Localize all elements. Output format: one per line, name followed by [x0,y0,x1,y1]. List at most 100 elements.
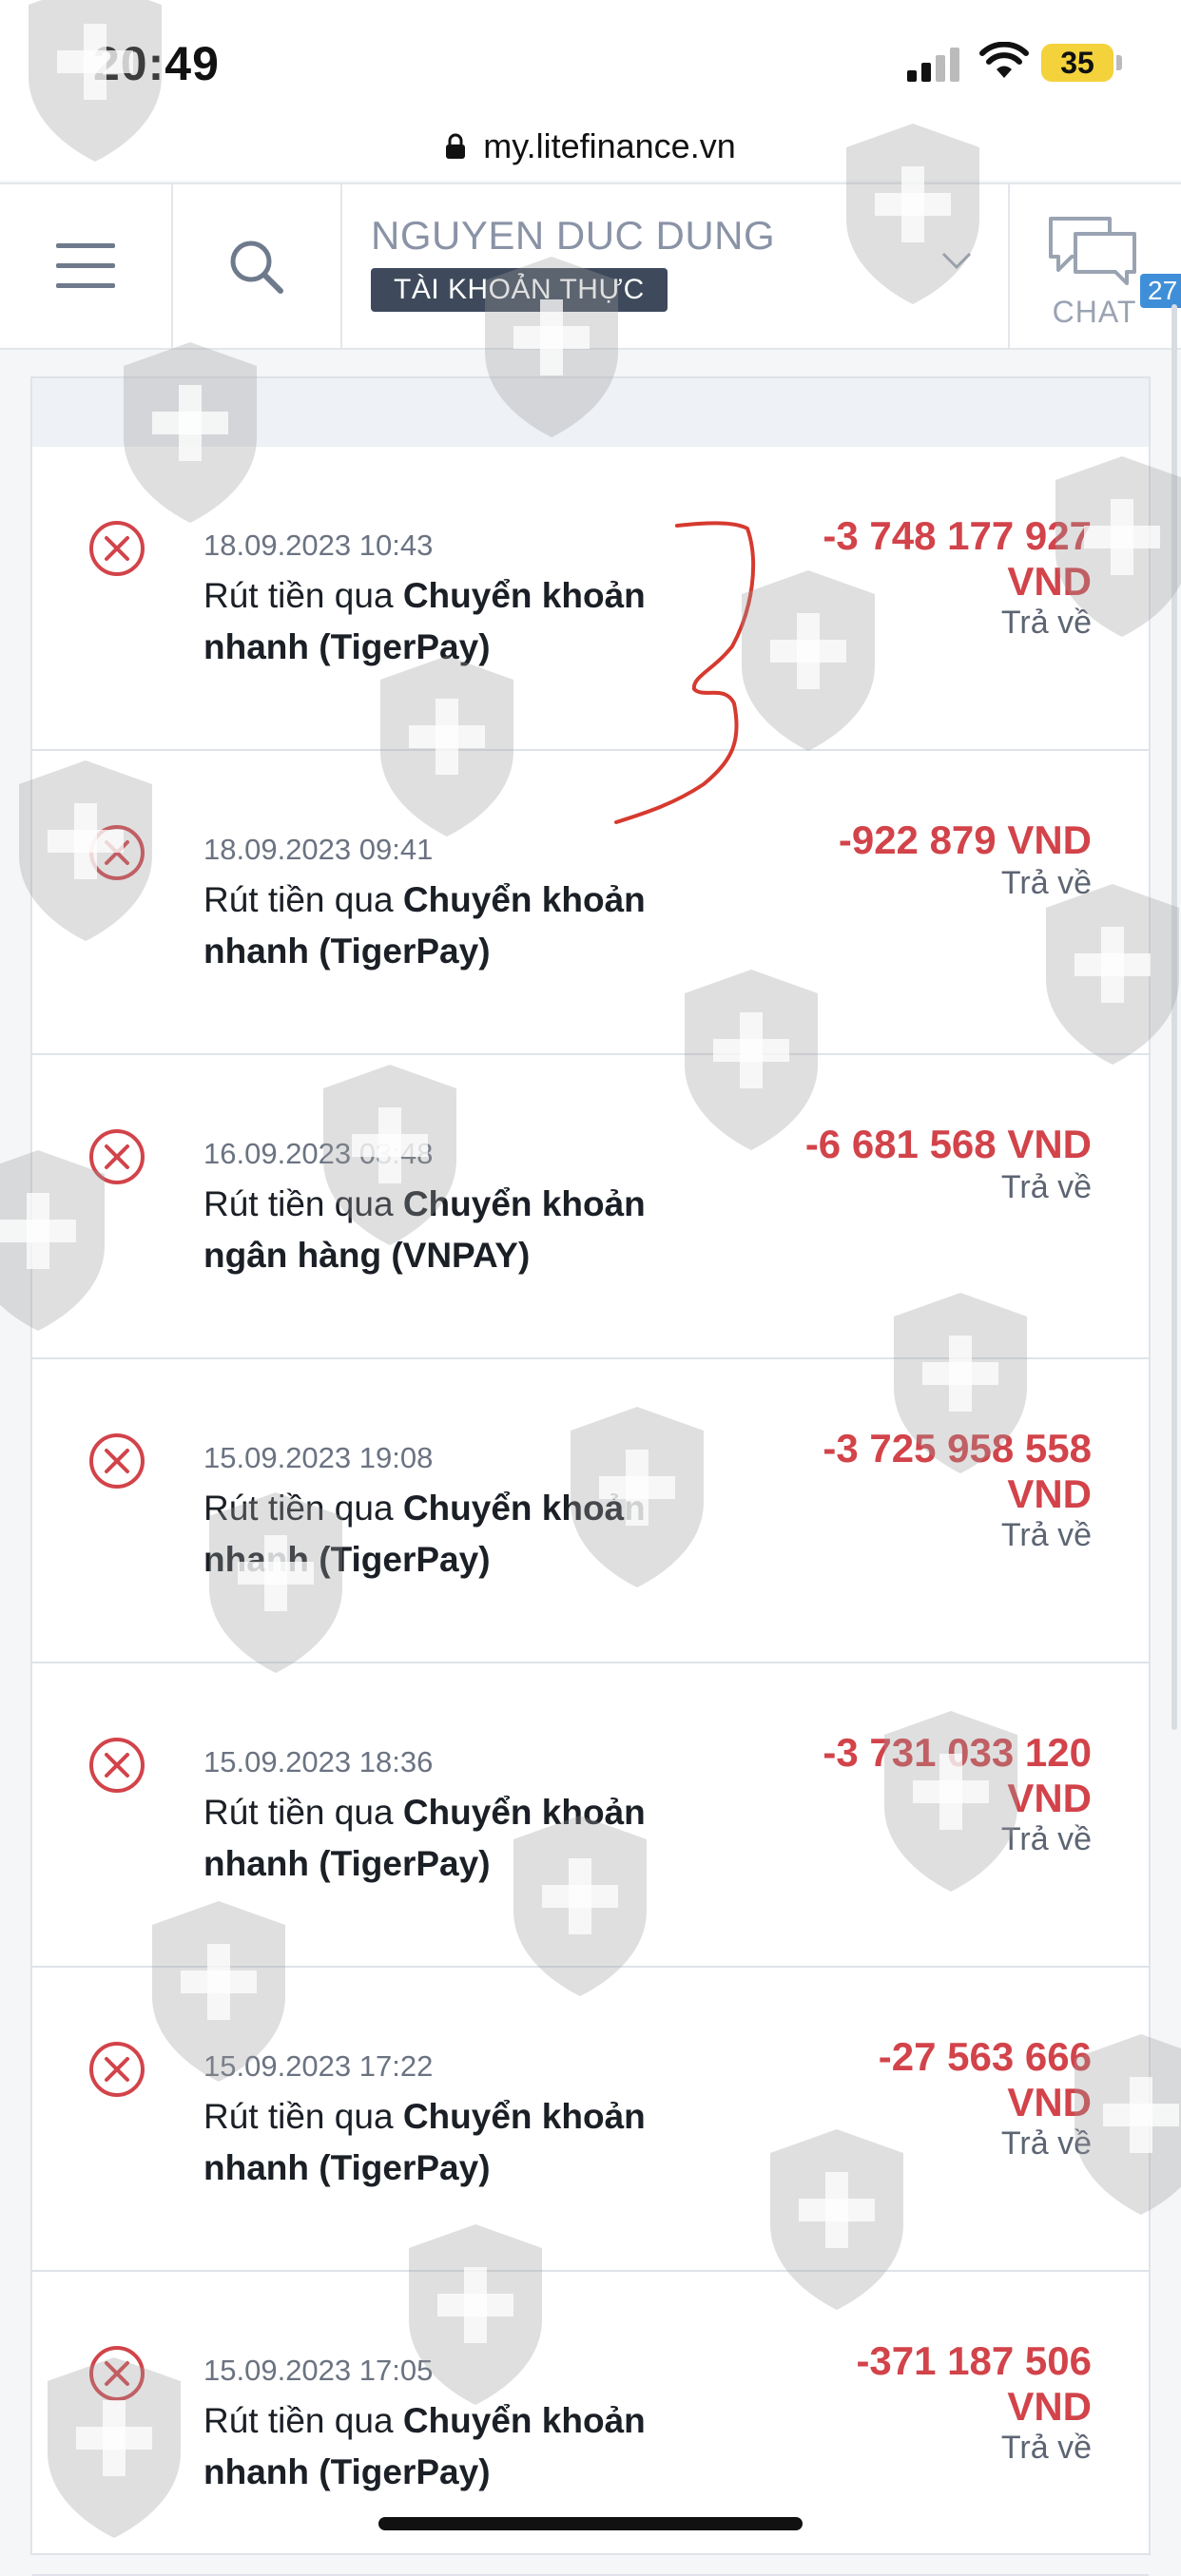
battery-tip [1116,55,1122,70]
description-method: Chuyển khoản [402,576,646,615]
chat-count-badge: 27 [1140,273,1181,308]
description-prefix: Rút tiền qua [203,2097,403,2136]
description-prefix: Rút tiền qua [203,576,403,615]
description-method: Chuyển khoản [402,880,646,919]
cancelled-x-icon [89,825,145,880]
amount-line-1: -3 725 958 558 [823,1426,1092,1471]
cancelled-x-icon [89,2346,145,2401]
description-prefix: Rút tiền qua [203,1489,403,1528]
cancelled-x-icon [89,1433,145,1489]
transaction-date: 15.09.2023 17:05 [203,2354,434,2387]
description-method: Chuyển khoản [402,1793,646,1832]
description-method: Chuyển khoản [402,1184,646,1223]
transaction-amount: -3 748 177 927 VND [730,513,1092,605]
panel-header-strip [32,378,1149,447]
description-provider: nhanh (TigerPay) [203,1844,491,1883]
transaction-amount: -371 187 506 VND [730,2338,1092,2430]
transaction-description: Rút tiền qua Chuyển khoản nhanh (TigerPay… [203,2395,698,2498]
cancelled-x-icon [89,521,145,576]
app-header: NGUYEN DUC DUNG TÀI KHOẢN THỰC 27 CHAT [0,183,1181,350]
transaction-row[interactable]: 16.09.2023 03:48 Rút tiền qua Chuyển khoả… [32,1055,1149,1359]
description-prefix: Rút tiền qua [203,880,403,919]
transaction-description: Rút tiền qua Chuyển khoản ngân hàng (VNPA… [203,1179,698,1281]
transaction-amount: -922 879 VND [730,817,1092,863]
transaction-status: Trả về [1000,1169,1092,1205]
amount-line-1: -3 731 033 120 [823,1730,1092,1775]
amount-line-1: -27 563 666 [878,2034,1092,2079]
transaction-date: 18.09.2023 10:43 [203,529,434,562]
cellular-signal-icon [907,48,959,82]
cancelled-x-icon [89,1129,145,1184]
transaction-status: Trả về [1000,2125,1092,2162]
transaction-row[interactable]: 18.09.2023 09:41 Rút tiền qua Chuyển khoả… [32,751,1149,1055]
description-prefix: Rút tiền qua [203,2401,403,2440]
transaction-amount: -6 681 568 VND [730,1122,1092,1167]
menu-button[interactable] [0,184,173,348]
chat-icon-wrap: 27 [1047,213,1181,308]
transaction-row[interactable]: 15.09.2023 17:05 Rút tiền qua Chuyển khoả… [32,2272,1149,2576]
transaction-date: 18.09.2023 09:41 [203,833,434,866]
account-selector[interactable]: NGUYEN DUC DUNG TÀI KHOẢN THỰC [340,184,1010,348]
transaction-description: Rút tiền qua Chuyển khoản nhanh (TigerPay… [203,1787,698,1890]
transaction-description: Rút tiền qua Chuyển khoản nhanh (TigerPay… [203,2091,698,2194]
transaction-status: Trả về [1000,1517,1092,1553]
transaction-description: Rút tiền qua Chuyển khoản nhanh (TigerPay… [203,1483,698,1586]
description-prefix: Rút tiền qua [203,1184,403,1223]
wifi-icon [979,42,1029,78]
amount-line-1: -371 187 506 [856,2338,1092,2383]
transaction-row[interactable]: 15.09.2023 19:08 Rút tiền qua Chuyển khoả… [32,1359,1149,1663]
chat-button[interactable]: 27 CHAT [1008,184,1181,348]
description-method: Chuyển khoản [402,2097,646,2136]
lock-icon [446,133,466,159]
description-provider: nhanh (TigerPay) [203,1540,491,1579]
hamburger-menu-icon [56,243,115,288]
description-provider: nhanh (TigerPay) [203,2148,491,2187]
chat-label: CHAT [1052,294,1137,329]
status-time: 20:49 [93,37,220,90]
transaction-date: 15.09.2023 18:36 [203,1745,434,1778]
transaction-amount: -3 731 033 120 VND [730,1730,1092,1821]
amount-line-2: VND [1007,1776,1092,1820]
transaction-amount: -27 563 666 VND [730,2034,1092,2125]
transaction-date: 15.09.2023 17:22 [203,2049,434,2083]
description-provider: nhanh (TigerPay) [203,627,491,666]
description-prefix: Rút tiền qua [203,1793,403,1832]
url-text: my.litefinance.vn [483,126,736,165]
account-type-badge: TÀI KHOẢN THỰC [371,268,668,312]
home-indicator [378,2517,803,2530]
transaction-row[interactable]: 18.09.2023 10:43 Rút tiền qua Chuyển khoả… [32,447,1149,751]
transaction-status: Trả về [1000,1821,1092,1857]
battery-indicator: 35 [1041,44,1113,82]
transaction-amount: -3 725 958 558 VND [730,1426,1092,1517]
transaction-status: Trả về [1000,865,1092,901]
transaction-date: 15.09.2023 19:08 [203,1441,434,1474]
amount-line-1: -6 681 568 VND [804,1122,1092,1166]
transaction-row[interactable]: 15.09.2023 18:36 Rút tiền qua Chuyển khoả… [32,1663,1149,1968]
chevron-down-icon [941,252,972,270]
cancelled-x-icon [89,2042,145,2097]
amount-line-2: VND [1007,2384,1092,2429]
amount-line-1: -3 748 177 927 [823,513,1092,558]
transaction-status: Trả về [1000,605,1092,641]
search-icon [230,240,283,294]
description-provider: ngân hàng (VNPAY) [203,1236,531,1275]
transaction-description: Rút tiền qua Chuyển khoản nhanh (TigerPay… [203,875,698,977]
amount-line-2: VND [1007,1471,1092,1516]
search-button[interactable] [171,184,342,348]
account-name: NGUYEN DUC DUNG [371,213,776,258]
scrollbar[interactable] [1171,304,1177,1730]
transactions-panel: 18.09.2023 10:43 Rút tiền qua Chuyển khoả… [30,376,1151,2576]
url-bar[interactable]: my.litefinance.vn [0,112,1181,181]
description-method: Chuyển khoản [402,2401,646,2440]
transaction-description: Rút tiền qua Chuyển khoản nhanh (TigerPay… [203,570,698,673]
transaction-status: Trả về [1000,2430,1092,2466]
status-bar: 20:49 35 [0,0,1181,124]
amount-line-2: VND [1007,2080,1092,2124]
description-provider: nhanh (TigerPay) [203,2452,491,2491]
cancelled-x-icon [89,1738,145,1793]
description-provider: nhanh (TigerPay) [203,932,491,971]
description-method: Chuyển khoản [402,1489,646,1528]
amount-line-2: VND [1007,559,1092,604]
transaction-row[interactable]: 15.09.2023 17:22 Rút tiền qua Chuyển khoả… [32,1968,1149,2272]
chat-bubbles-icon [1049,216,1136,285]
